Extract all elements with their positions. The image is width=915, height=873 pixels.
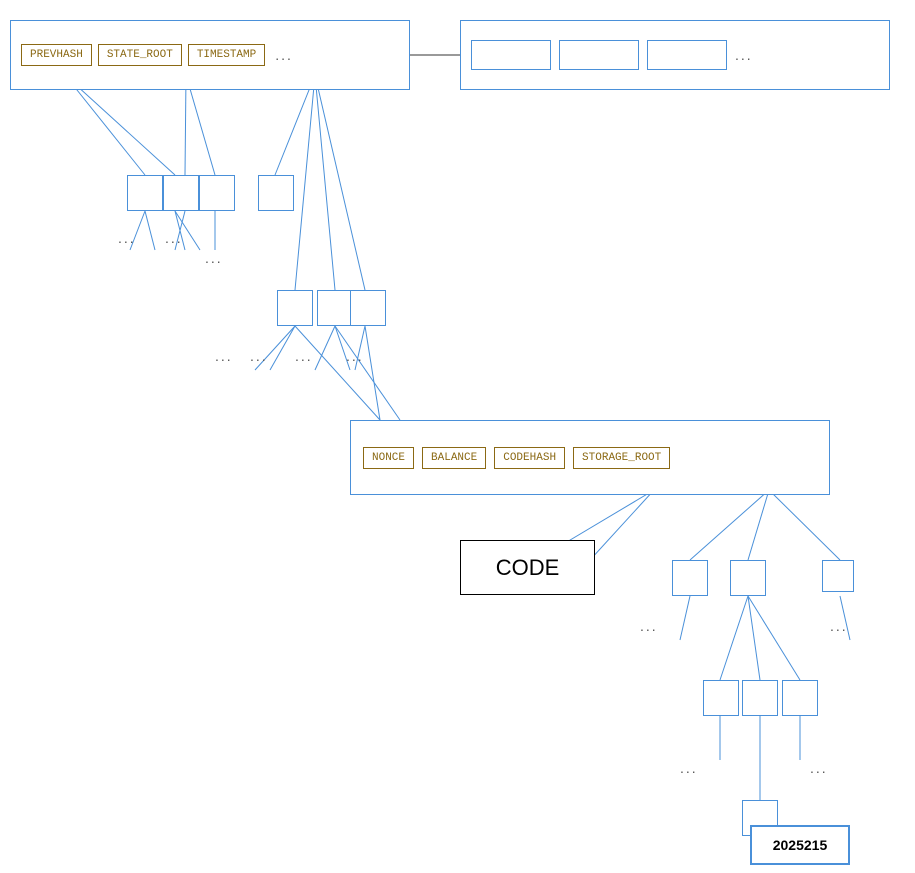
right-header-dots: ... xyxy=(735,47,753,63)
trie-node-l1-1 xyxy=(127,175,163,211)
storage-node-l2-1 xyxy=(703,680,739,716)
storage-node-l2-3 xyxy=(782,680,818,716)
right-field-3 xyxy=(647,40,727,70)
dots-l2-1: ... xyxy=(215,348,233,364)
storage-root-field: STORAGE_ROOT xyxy=(573,447,670,469)
top-block-header: PREVHASH STATE_ROOT TIMESTAMP ... xyxy=(10,20,410,90)
dots-l1-3: ... xyxy=(205,250,223,266)
nonce-field: NONCE xyxy=(363,447,414,469)
codehash-field: CODEHASH xyxy=(494,447,565,469)
state-root-field: STATE_ROOT xyxy=(98,44,182,66)
trie-node-l1-2 xyxy=(163,175,199,211)
code-box: CODE xyxy=(460,540,595,595)
value-node: 2025215 xyxy=(750,825,850,865)
storage-node-l1-3 xyxy=(822,560,854,592)
dots-storage-l2-2: ... xyxy=(810,760,828,776)
storage-node-l2-2 xyxy=(742,680,778,716)
right-field-2 xyxy=(559,40,639,70)
dots-storage-l2-1: ... xyxy=(680,760,698,776)
trie-node-l1-3 xyxy=(199,175,235,211)
dots-l2-2: ... xyxy=(250,348,268,364)
account-state-box: NONCE BALANCE CODEHASH STORAGE_ROOT xyxy=(350,420,830,495)
right-header-block: ... xyxy=(460,20,890,90)
trie-node-l2-1 xyxy=(277,290,313,326)
storage-node-l1-2 xyxy=(730,560,766,596)
right-field-1 xyxy=(471,40,551,70)
dots-l1-2: ... xyxy=(165,230,183,246)
balance-field: BALANCE xyxy=(422,447,486,469)
top-block-dots: ... xyxy=(275,47,293,63)
timestamp-field: TIMESTAMP xyxy=(188,44,265,66)
prevhash-field: PREVHASH xyxy=(21,44,92,66)
dots-l2-3: ... xyxy=(295,348,313,364)
dots-storage-l1-2: ... xyxy=(830,618,848,634)
storage-node-l1-1 xyxy=(672,560,708,596)
dots-storage-l1-1: ... xyxy=(640,618,658,634)
trie-node-l2-2 xyxy=(317,290,353,326)
trie-node-l1-4 xyxy=(258,175,294,211)
trie-node-l2-3 xyxy=(350,290,386,326)
dots-l1-1: ... xyxy=(118,230,136,246)
dots-l2-4: ... xyxy=(346,348,364,364)
